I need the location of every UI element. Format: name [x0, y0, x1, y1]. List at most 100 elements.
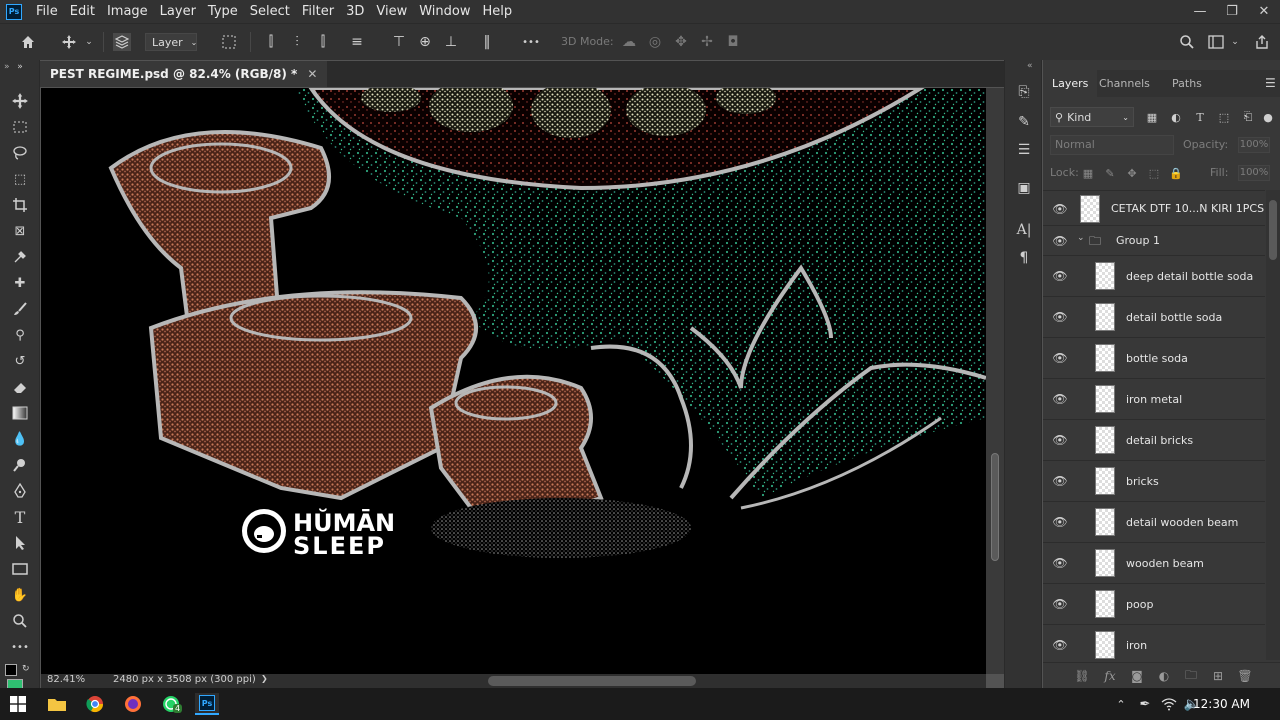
layer-name[interactable]: CETAK DTF 10...N KIRI 1PCS [1111, 202, 1264, 215]
edit-toolbar-icon[interactable]: ••• [8, 636, 32, 658]
filter-shape-icon[interactable]: ⬚ [1216, 109, 1232, 125]
chrome-icon[interactable] [83, 693, 107, 715]
layer-name[interactable]: iron [1126, 639, 1147, 652]
layer-name[interactable]: Group 1 [1116, 234, 1160, 247]
layer-row[interactable]: 👁 wooden beam [1043, 543, 1265, 584]
lock-artboard-icon[interactable]: ⬚ [1146, 165, 1162, 181]
move-tool-icon[interactable] [60, 33, 78, 51]
swap-colors-icon[interactable]: ↻ [22, 664, 30, 674]
whatsapp-icon[interactable]: 4 [159, 693, 183, 715]
healing-brush-tool[interactable]: ✚ [8, 272, 32, 294]
layer-name[interactable]: detail bottle soda [1126, 311, 1222, 324]
visibility-eye-icon[interactable]: 👁 [1052, 473, 1068, 489]
layer-row[interactable]: 👁 ⌄ 🗀 Group 1 [1043, 226, 1265, 256]
filter-type-icon[interactable]: T [1192, 109, 1208, 125]
home-icon[interactable] [19, 33, 37, 51]
layer-row[interactable]: 👁 deep detail bottle soda [1043, 256, 1265, 297]
transform-controls-icon[interactable] [220, 33, 238, 51]
canvas[interactable]: HŬMĀN SLEEP [41, 88, 986, 674]
photoshop-taskbar-icon[interactable]: Ps [195, 693, 219, 715]
file-explorer-icon[interactable] [45, 693, 69, 715]
visibility-eye-icon[interactable]: 👁 [1052, 596, 1068, 612]
system-clock[interactable]: 12:30 AM [1193, 688, 1250, 720]
layer-name[interactable]: poop [1126, 598, 1153, 611]
layer-row[interactable]: 👁 detail bricks [1043, 420, 1265, 461]
visibility-eye-icon[interactable]: 👁 [1052, 514, 1068, 530]
adjustment-layer-icon[interactable]: ◐ [1156, 668, 1172, 684]
group-expand-chevron-icon[interactable]: ⌄ [1077, 233, 1085, 243]
delete-layer-icon[interactable]: 🗑 [1237, 668, 1253, 684]
expand-panels-icon[interactable]: » [4, 62, 10, 72]
layers-scrollbar[interactable] [1266, 190, 1280, 660]
character-icon[interactable]: A| [1013, 220, 1035, 240]
object-selection-tool[interactable]: ⬚ [8, 168, 32, 190]
marquee-tool[interactable] [8, 116, 32, 138]
layer-name[interactable]: deep detail bottle soda [1126, 270, 1253, 283]
firefox-icon[interactable] [121, 693, 145, 715]
layer-row[interactable]: 👁 iron [1043, 625, 1265, 661]
panel-menu-icon[interactable]: ☰ [1265, 70, 1276, 97]
eyedropper-tool[interactable] [8, 246, 32, 268]
layer-row[interactable]: 👁 detail wooden beam [1043, 502, 1265, 543]
zoom-tool[interactable] [8, 610, 32, 632]
menu-filter[interactable]: Filter [296, 0, 340, 23]
distribute-vertical-icon[interactable]: ‖ [478, 33, 496, 51]
menu-help[interactable]: Help [477, 0, 519, 23]
new-group-icon[interactable]: 🗀 [1183, 668, 1199, 684]
layer-row[interactable]: 👁 iron metal [1043, 379, 1265, 420]
search-icon[interactable] [1178, 33, 1196, 51]
document-tab[interactable]: PEST REGIME.psd @ 82.4% (RGB/8) * ✕ [40, 61, 328, 87]
filter-toggle-icon[interactable]: ● [1260, 109, 1276, 125]
menu-3d[interactable]: 3D [340, 0, 370, 23]
3d-camera-icon[interactable]: ◘ [724, 33, 742, 51]
menu-type[interactable]: Type [202, 0, 244, 23]
crop-tool[interactable] [8, 194, 32, 216]
collapse-panels-icon[interactable]: « [1027, 61, 1033, 71]
minimize-button[interactable]: — [1184, 0, 1216, 23]
brush-tool[interactable] [8, 298, 32, 320]
layer-row[interactable]: 👁 bricks [1043, 461, 1265, 502]
visibility-eye-icon[interactable]: 👁 [1052, 233, 1068, 249]
layer-name[interactable]: bricks [1126, 475, 1159, 488]
3d-pan-icon[interactable]: ✥ [672, 33, 690, 51]
pen-tool[interactable] [8, 480, 32, 502]
3d-orbit-icon[interactable]: ☁ [620, 33, 638, 51]
status-menu-arrow[interactable]: ❯ [261, 674, 268, 683]
filter-smart-object-icon[interactable]: ⎗ [1240, 109, 1256, 125]
menu-view[interactable]: View [370, 0, 413, 23]
canvas-vertical-scrollbar[interactable] [986, 88, 1004, 674]
layer-row[interactable]: 👁 poop [1043, 584, 1265, 625]
visibility-eye-icon[interactable]: 👁 [1052, 432, 1068, 448]
auto-select-target-dropdown[interactable]: Layer ⌄ [145, 33, 197, 51]
lock-transparent-icon[interactable]: ▦ [1080, 165, 1096, 181]
fill-field[interactable]: 100% [1238, 165, 1270, 181]
layer-row[interactable]: 👁 CETAK DTF 10...N KIRI 1PCS [1043, 191, 1265, 226]
3d-slide-icon[interactable]: ✢ [698, 33, 716, 51]
auto-select-layers-icon[interactable] [113, 33, 131, 51]
pen-ink-icon[interactable]: ✒ [1133, 693, 1157, 715]
new-layer-icon[interactable]: ⊞ [1210, 668, 1226, 684]
history-brush-tool[interactable]: ↺ [8, 350, 32, 372]
visibility-eye-icon[interactable]: 👁 [1052, 391, 1068, 407]
move-tool[interactable] [8, 90, 32, 112]
blend-mode-dropdown[interactable]: Normal [1050, 135, 1174, 155]
brush-settings-icon[interactable]: ✎ [1013, 112, 1035, 132]
layer-row[interactable]: 👁 bottle soda [1043, 338, 1265, 379]
restore-button[interactable]: ❐ [1216, 0, 1248, 23]
layer-row[interactable]: 👁 detail bottle soda [1043, 297, 1265, 338]
align-middle-icon[interactable]: ⊕ [416, 33, 434, 51]
visibility-eye-icon[interactable]: 👁 [1052, 350, 1068, 366]
layer-name[interactable]: detail bricks [1126, 434, 1193, 447]
clone-stamp-tool[interactable]: ⚲ [8, 324, 32, 346]
link-layers-icon[interactable]: ⛓ [1074, 668, 1090, 684]
zoom-level[interactable]: 82.41% [47, 674, 85, 685]
chevron-down-icon[interactable]: ⌄ [84, 33, 94, 51]
3d-roll-icon[interactable]: ◎ [646, 33, 664, 51]
history-icon[interactable]: ⎘ [1013, 82, 1035, 102]
lasso-tool[interactable] [8, 142, 32, 164]
layer-name[interactable]: iron metal [1126, 393, 1182, 406]
lock-all-icon[interactable]: 🔒 [1168, 165, 1184, 181]
menu-edit[interactable]: Edit [64, 0, 101, 23]
layer-name[interactable]: bottle soda [1126, 352, 1188, 365]
menu-window[interactable]: Window [413, 0, 476, 23]
